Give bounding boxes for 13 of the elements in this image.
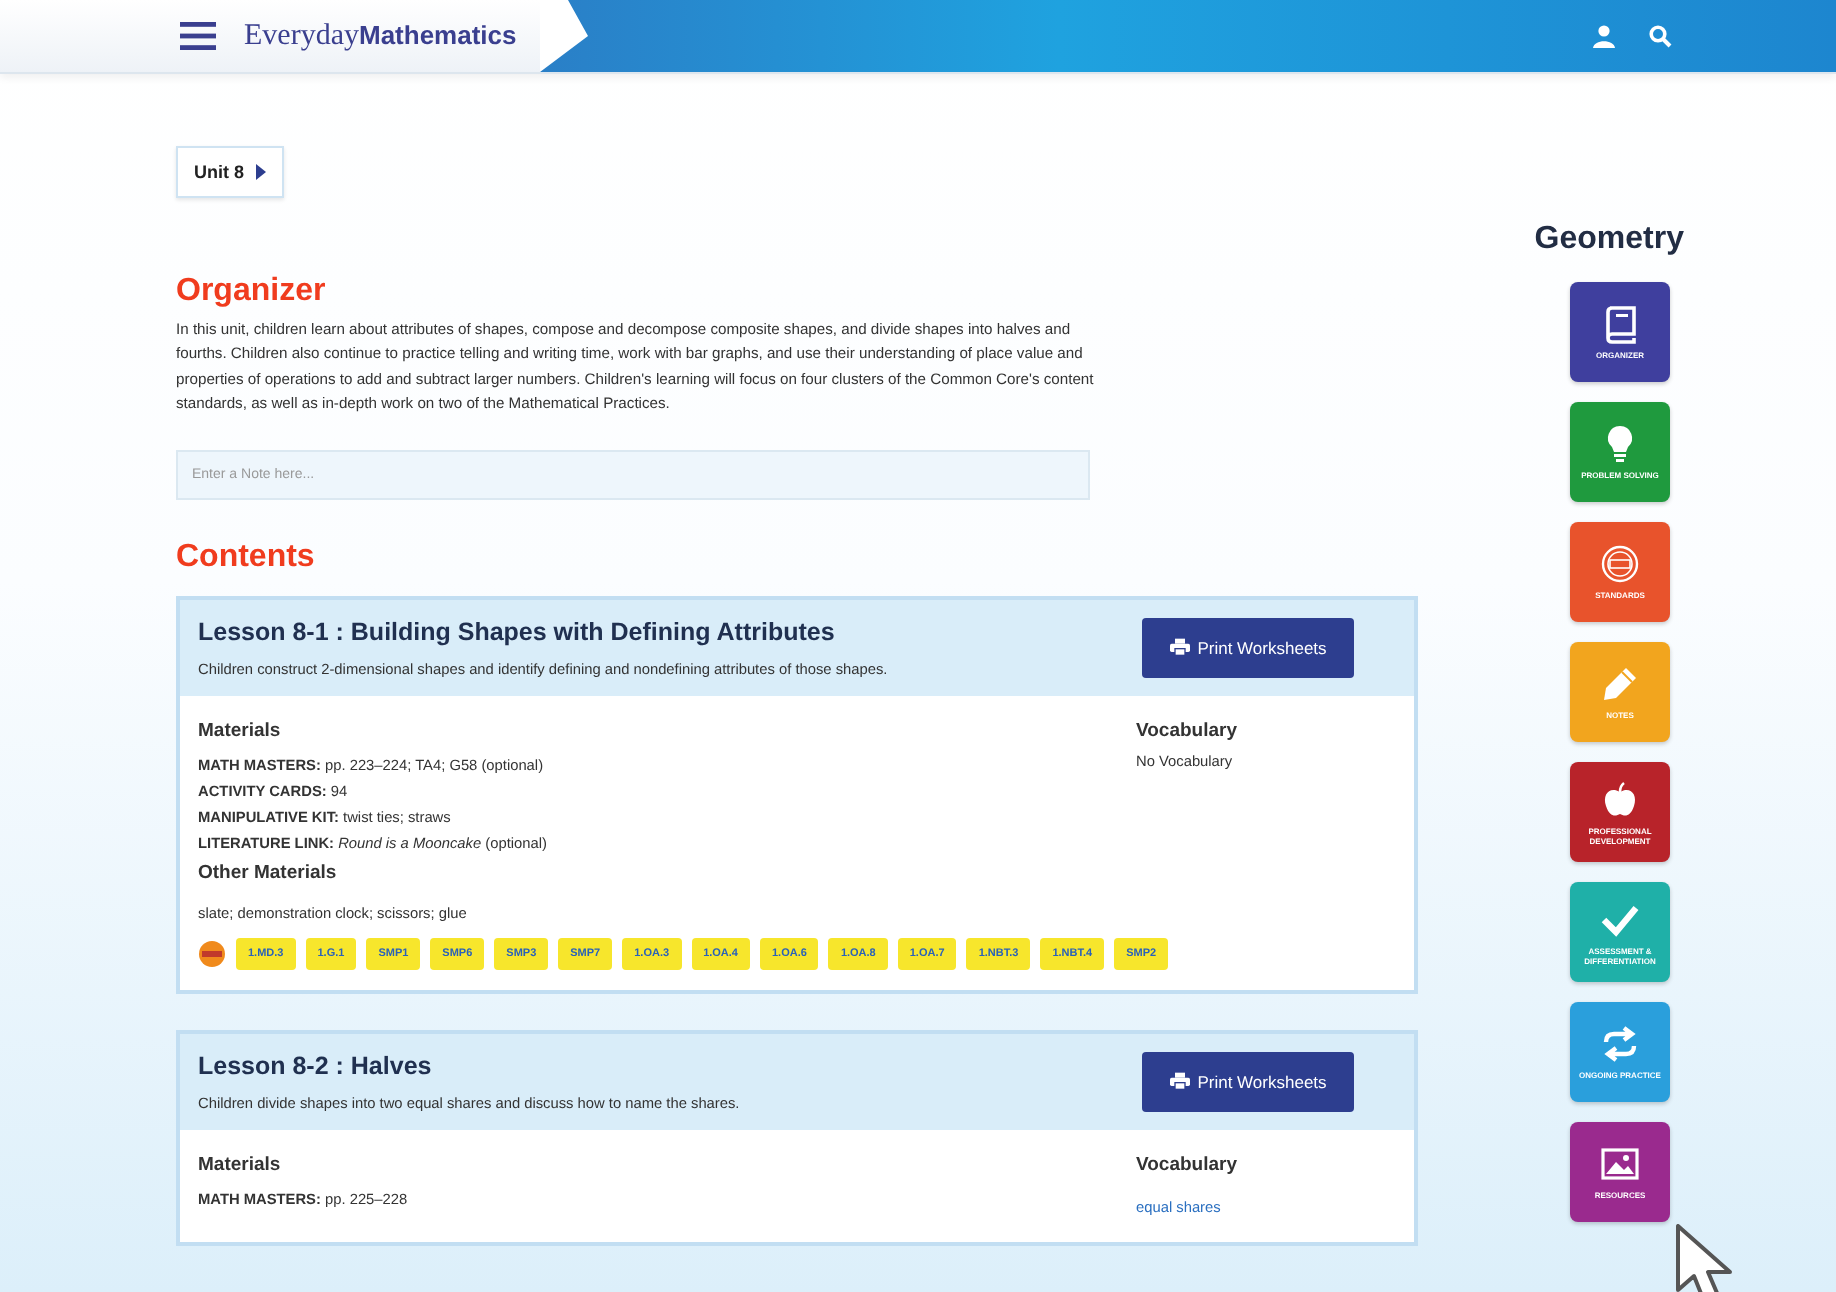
section-heading: Organizer [176,274,326,310]
lesson-title[interactable]: Lesson 8-2 : Halves [198,1051,740,1080]
unit-button[interactable]: Unit 8 [176,146,285,198]
print-worksheets-button[interactable]: Print Worksheets [1142,1051,1354,1112]
vocabulary-heading: Vocabulary [1136,1153,1240,1176]
lesson-title[interactable]: Lesson 8-1 : Building Shapes with Defining Attributes [198,617,888,646]
other-materials-heading: Other Materials [198,861,339,884]
materials-heading: Materials [198,1153,283,1176]
materials-heading: Materials [198,719,283,742]
page-title: Geometry [1534,222,1684,258]
section-heading: Contents [176,539,315,576]
print-worksheets-button[interactable]: Print Worksheets [1142,617,1354,678]
vocabulary-heading: Vocabulary [1136,719,1240,742]
